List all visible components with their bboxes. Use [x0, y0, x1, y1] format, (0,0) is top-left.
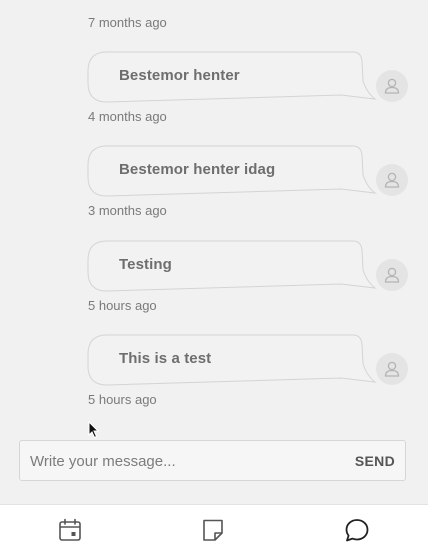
message-text: Testing [119, 256, 172, 273]
note-icon [203, 519, 223, 541]
message-bubble: Bestemor henter idag [87, 145, 377, 197]
message-timestamp: 5 hours ago [88, 392, 157, 407]
person-icon [384, 361, 400, 377]
user-avatar [376, 353, 408, 385]
message-item: 7 months ago [0, 0, 428, 30]
calendar-icon [59, 518, 81, 541]
message-timestamp: 3 months ago [88, 203, 167, 218]
message-list[interactable]: 7 months ago Bestemor henter 4 months ag… [0, 0, 428, 504]
message-input[interactable] [30, 450, 330, 472]
user-avatar [376, 70, 408, 102]
chat-bubble-icon [345, 519, 369, 542]
tab-calendar[interactable] [57, 517, 83, 543]
tab-notes[interactable] [200, 517, 226, 543]
message-timestamp: 5 hours ago [88, 298, 157, 313]
tab-chat[interactable] [344, 517, 370, 543]
user-avatar [376, 164, 408, 196]
person-icon [384, 267, 400, 283]
message-timestamp: 7 months ago [88, 15, 167, 30]
message-item: This is a test 5 hours ago [0, 334, 428, 424]
send-button[interactable]: SEND [355, 453, 395, 469]
person-icon [384, 78, 400, 94]
bottom-tab-bar [0, 504, 428, 554]
user-avatar [376, 259, 408, 291]
message-composer: SEND [19, 440, 406, 481]
message-bubble: Bestemor henter [87, 51, 377, 103]
message-item: Bestemor henter idag 3 months ago [0, 145, 428, 235]
mouse-cursor-icon [88, 421, 100, 439]
message-text: This is a test [119, 350, 212, 367]
person-icon [384, 172, 400, 188]
message-item: Testing 5 hours ago [0, 240, 428, 330]
message-text: Bestemor henter idag [119, 161, 276, 178]
message-bubble: This is a test [87, 334, 377, 386]
message-item: Bestemor henter 4 months ago [0, 51, 428, 141]
message-bubble: Testing [87, 240, 377, 292]
message-timestamp: 4 months ago [88, 109, 167, 124]
message-text: Bestemor henter [119, 67, 240, 84]
